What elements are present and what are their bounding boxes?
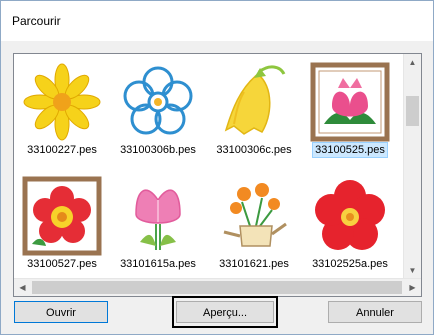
- file-item[interactable]: 33101615a.pes: [110, 172, 206, 282]
- file-item[interactable]: 33102525a.pes: [302, 172, 398, 282]
- file-thumbnail-list[interactable]: 33100227.pes 33100306b.pes 33100306c.pes…: [13, 53, 422, 297]
- framed-pink-flower-thumbnail: [310, 62, 390, 142]
- horizontal-scrollbar[interactable]: ◀ ▶: [14, 278, 421, 296]
- file-name: 33100306c.pes: [216, 144, 292, 156]
- file-name: 33100227.pes: [27, 144, 97, 156]
- file-item[interactable]: 33101621.pes: [206, 172, 302, 282]
- file-name: 33102525a.pes: [312, 258, 388, 270]
- framed-red-flower-thumbnail: [22, 176, 102, 256]
- chevron-down-icon[interactable]: ▼: [404, 262, 421, 279]
- file-item-selected[interactable]: 33100525.pes: [302, 58, 398, 168]
- open-button[interactable]: Ouvrir: [14, 301, 108, 323]
- vertical-scroll-thumb[interactable]: [406, 96, 419, 126]
- orange-flowers-watering-can-thumbnail: [223, 183, 287, 247]
- title-bar: Parcourir: [1, 1, 433, 41]
- browse-dialog: Parcourir 33100227.pes 33100306b.pes 331…: [0, 0, 434, 335]
- chevron-left-icon[interactable]: ◀: [14, 279, 31, 296]
- vertical-scrollbar[interactable]: ▲ ▼: [403, 54, 421, 279]
- red-camellia-thumbnail: [315, 180, 385, 250]
- yellow-daisy-thumbnail: [23, 63, 101, 141]
- file-name: 33100525.pes: [312, 142, 388, 158]
- yellow-bellflower-thumbnail: [224, 65, 286, 135]
- chevron-up-icon[interactable]: ▲: [404, 54, 421, 71]
- file-name: 33101621.pes: [219, 258, 289, 270]
- file-name: 33100306b.pes: [120, 144, 196, 156]
- file-item[interactable]: 33100306b.pes: [110, 58, 206, 168]
- file-name: 33101615a.pes: [120, 258, 196, 270]
- chevron-right-icon[interactable]: ▶: [404, 279, 421, 296]
- file-name: 33100527.pes: [27, 258, 97, 270]
- dialog-title: Parcourir: [12, 14, 61, 28]
- horizontal-scroll-thumb[interactable]: [32, 281, 402, 294]
- cancel-button[interactable]: Annuler: [328, 301, 422, 323]
- file-item[interactable]: 33100527.pes: [14, 172, 110, 282]
- pink-tulip-thumbnail: [135, 189, 181, 250]
- blue-outline-flower-thumbnail: [123, 66, 193, 135]
- file-item[interactable]: 33100306c.pes: [206, 58, 302, 168]
- file-item[interactable]: 33100227.pes: [14, 58, 110, 168]
- preview-button[interactable]: Aperçu...: [176, 301, 274, 323]
